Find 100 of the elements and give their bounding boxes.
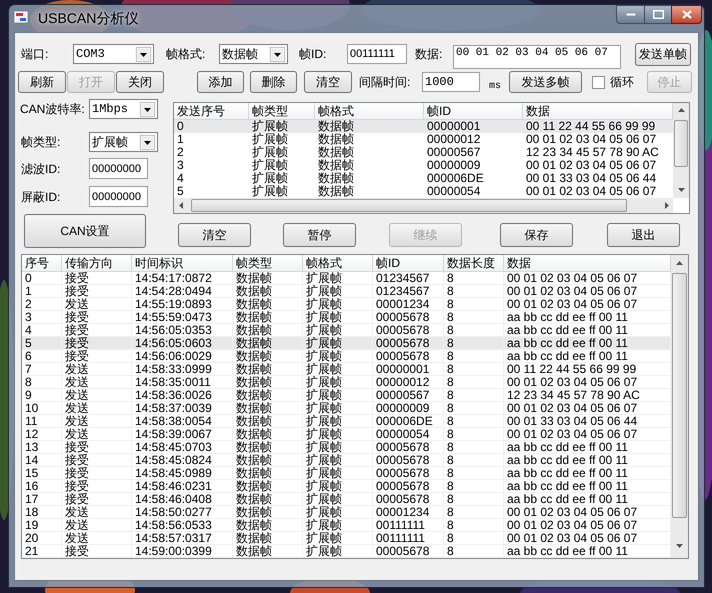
table-cell-text: 00000009 — [426, 159, 482, 172]
scroll-left-icon — [179, 202, 183, 209]
interval-label: 间隔时间: — [359, 74, 412, 91]
table-cell-text: 2 — [176, 146, 185, 159]
caret-icon — [140, 134, 155, 150]
column-header[interactable]: 帧类型 — [233, 255, 303, 272]
table-cell: 8 — [444, 545, 504, 558]
table-cell-text: 3 — [176, 159, 185, 172]
caret-icon — [270, 46, 285, 62]
column-header[interactable]: 时间标识 — [132, 255, 233, 272]
close-icon — [682, 10, 692, 19]
table-cell-text: 数据帧 — [317, 120, 355, 133]
close-button[interactable] — [671, 5, 702, 24]
frame-type-dropdown[interactable]: 扩展帧 — [89, 132, 158, 152]
scroll-down-icon — [678, 188, 684, 192]
table-cell-text: 扩展帧 — [251, 133, 289, 146]
window-title: USBCAN分析仪 — [38, 10, 138, 27]
table-cell-text: 000006DE — [426, 172, 485, 185]
table-cell-text: 00000012 — [426, 133, 482, 146]
column-header[interactable]: 帧格式 — [315, 103, 424, 120]
baud-rate-label: CAN波特率: — [20, 101, 86, 118]
table-cell-text: 数据帧 — [317, 146, 355, 159]
close-port-button[interactable]: 关闭 — [116, 71, 164, 93]
pause-button[interactable]: 暂停 — [283, 223, 356, 247]
table-cell-text: 扩展帧 — [251, 172, 289, 185]
table-cell-text: 00000001 — [426, 120, 482, 133]
column-header[interactable]: 数据 — [523, 103, 673, 120]
table-cell: aa bb cc dd ee ff 00 11 — [504, 545, 671, 558]
frame-format-dropdown[interactable]: 数据帧 — [219, 44, 288, 64]
save-button[interactable]: 保存 — [500, 223, 573, 247]
data-field[interactable]: 00 01 02 03 04 05 06 07 — [453, 45, 621, 69]
column-header[interactable]: 数据长度 — [444, 255, 504, 272]
maximize-icon — [652, 10, 664, 19]
column-header[interactable]: 帧ID — [373, 255, 444, 272]
send-single-button[interactable]: 发送单帧 — [635, 42, 691, 66]
interval-unit: ms — [489, 80, 502, 94]
add-button[interactable]: 添加 — [197, 71, 244, 93]
column-header[interactable]: 帧ID — [424, 103, 523, 120]
column-header[interactable]: 传输方向 — [62, 255, 132, 272]
data-label: 数据: — [415, 46, 444, 63]
table-cell-text: 扩展帧 — [251, 146, 289, 159]
table-cell-text: 00 01 02 03 04 05 06 07 — [525, 159, 658, 172]
mask-id-field[interactable]: 00000000 — [89, 186, 148, 207]
caret-icon — [136, 46, 151, 62]
column-header[interactable]: 帧类型 — [249, 103, 315, 120]
column-header[interactable]: 发送序号 — [174, 103, 249, 120]
interval-field[interactable]: 1000 — [422, 72, 480, 92]
table-cell-text: 5 — [176, 185, 185, 198]
vertical-scrollbar[interactable] — [673, 103, 689, 198]
table-cell: 14:59:00:0399 — [132, 545, 233, 558]
table-cell: 扩展帧 — [303, 545, 373, 558]
clear-log-button[interactable]: 清空 — [178, 223, 251, 247]
delete-button[interactable]: 删除 — [250, 71, 297, 93]
refresh-button[interactable]: 刷新 — [18, 71, 66, 93]
loop-label: 循环 — [610, 74, 635, 91]
maximize-button[interactable] — [645, 5, 671, 24]
scroll-down-icon — [676, 544, 683, 548]
scrollbar-thumb[interactable] — [191, 199, 627, 212]
clear-list-button[interactable]: 清空 — [304, 71, 352, 93]
filter-id-field[interactable]: 00000000 — [89, 158, 148, 179]
table-cell: 数据帧 — [233, 545, 303, 558]
scrollbar-thumb[interactable] — [672, 273, 687, 518]
can-settings-button[interactable]: CAN设置 — [24, 214, 146, 248]
baud-rate-dropdown[interactable]: 1Mbps — [89, 99, 158, 119]
column-header[interactable]: 序号 — [22, 255, 62, 272]
table-cell-text: 00 11 22 44 55 66 99 99 — [525, 120, 656, 133]
mask-id-label: 屏蔽ID: — [21, 188, 62, 206]
table-cell-text: 4 — [176, 172, 185, 185]
frame-type-label: 帧类型: — [21, 134, 62, 151]
table-cell-text: 扩展帧 — [251, 185, 289, 198]
table-cell-text: 数据帧 — [317, 133, 355, 146]
table-cell-text: 扩展帧 — [251, 159, 289, 172]
frame-format-label: 帧格式: — [166, 46, 206, 63]
table-cell-text: 00 01 02 03 04 05 06 07 — [525, 185, 658, 198]
table-cell: 接受 — [62, 545, 132, 558]
table-cell-text: 数据帧 — [317, 172, 355, 185]
port-dropdown[interactable]: COM3 — [73, 44, 154, 64]
vertical-scrollbar[interactable] — [671, 255, 688, 558]
table-cell-text: 00000567 — [426, 146, 482, 159]
column-header[interactable]: 数据 — [504, 255, 671, 272]
table-cell-text: 00000054 — [426, 185, 482, 198]
table-cell-text: 1 — [176, 133, 185, 146]
table-cell: 21 — [22, 545, 62, 558]
port-label: 端口: — [21, 46, 50, 63]
scroll-up-icon — [678, 108, 684, 112]
scroll-right-icon — [665, 202, 669, 209]
minimize-button[interactable] — [616, 5, 645, 24]
frame-id-field[interactable]: 00111111 — [347, 44, 407, 64]
scrollbar-thumb[interactable] — [674, 120, 688, 167]
filter-id-label: 滤波ID: — [21, 160, 62, 178]
horizontal-scrollbar[interactable] — [174, 198, 673, 213]
caret-icon — [140, 102, 155, 116]
column-header[interactable]: 帧格式 — [303, 255, 373, 272]
exit-button[interactable]: 退出 — [607, 223, 680, 247]
table-cell-text: 00 01 33 03 04 05 06 44 — [525, 172, 658, 185]
table-cell-text: 数据帧 — [317, 159, 355, 172]
loop-checkbox[interactable] — [592, 76, 605, 88]
minimize-icon — [626, 13, 636, 16]
send-multiple-button[interactable]: 发送多帧 — [509, 71, 582, 93]
table-cell: 00005678 — [373, 545, 444, 558]
